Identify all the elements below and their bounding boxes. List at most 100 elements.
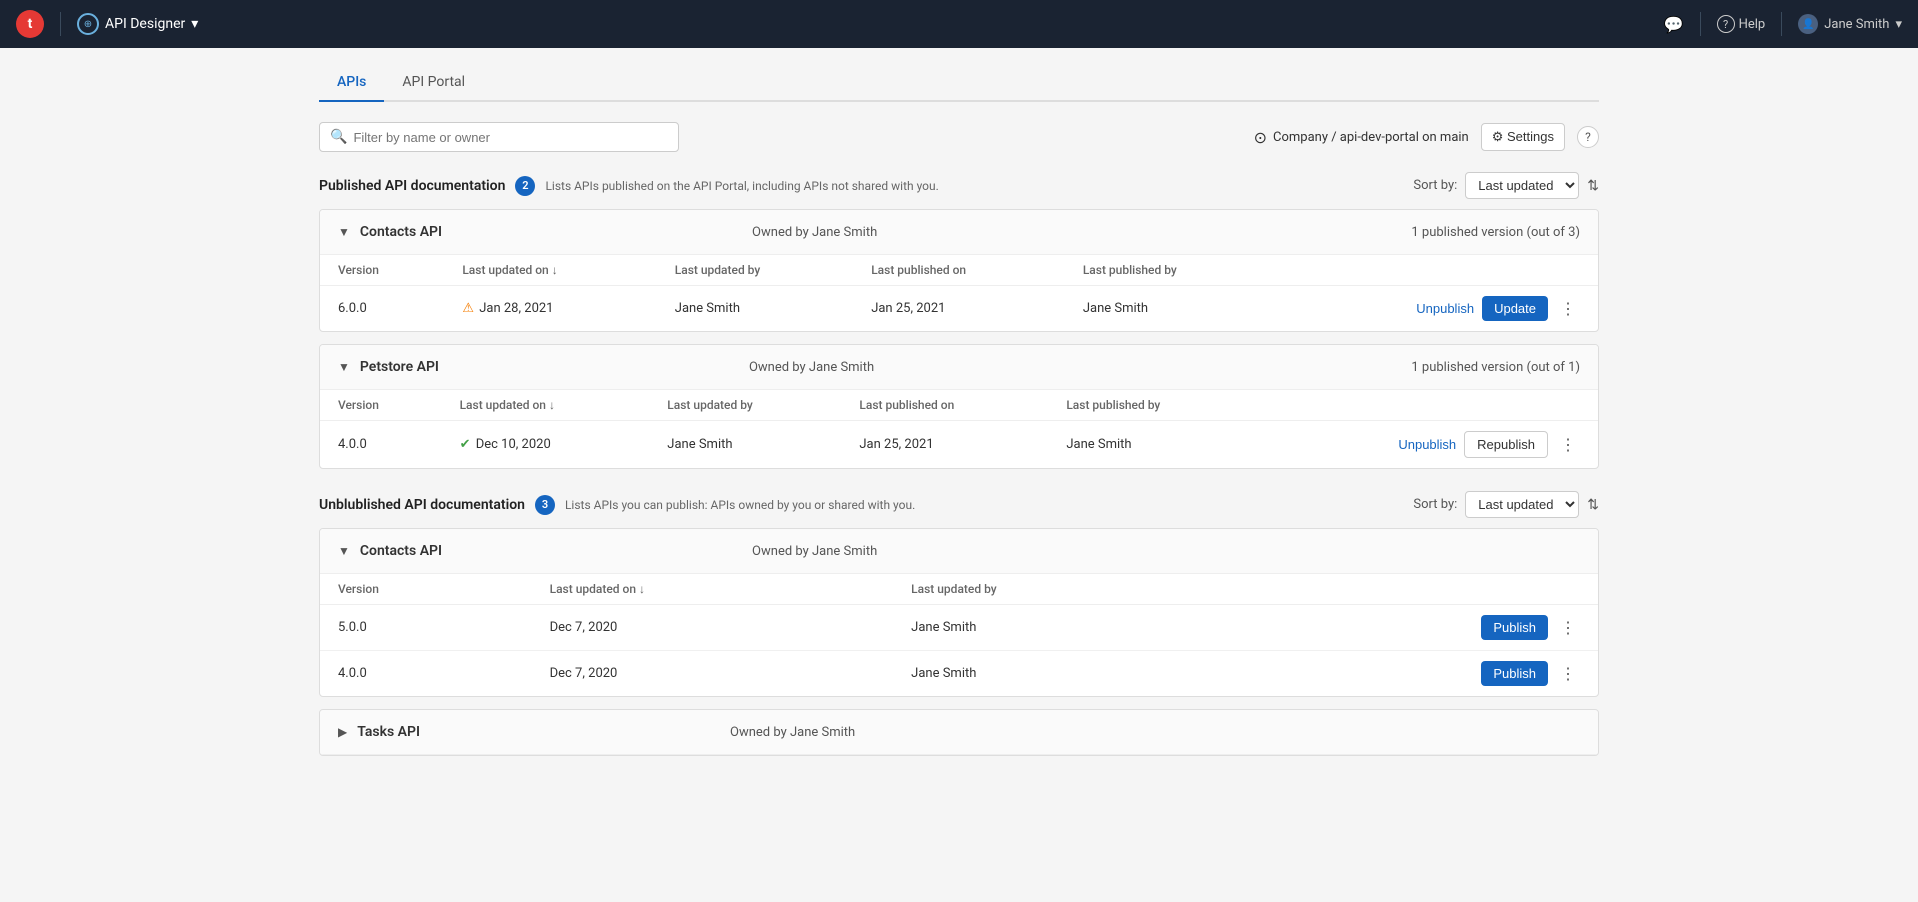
chat-icon[interactable]: 💬 [1664, 15, 1684, 34]
tasks-api-chevron-icon[interactable]: ▶ [338, 725, 347, 739]
republish-button[interactable]: Republish [1464, 431, 1548, 458]
unpublished-sort-controls: Sort by: Last updated Name Owner ⇅ [1413, 491, 1599, 518]
published-section: Published API documentation 2 Lists APIs… [319, 172, 1599, 469]
last-updated-on-cell: ⚠ Jan 28, 2021 [444, 286, 656, 332]
nav-divider-1 [60, 12, 61, 36]
unpublished-contacts-api-header: ▼ Contacts API Owned by Jane Smith [320, 529, 1598, 574]
publish-button-5-0-0[interactable]: Publish [1481, 615, 1548, 640]
actions-inner: Publish ⋮ [1245, 661, 1580, 686]
version-cell: 6.0.0 [320, 286, 444, 332]
more-options-button[interactable]: ⋮ [1556, 662, 1580, 686]
petstore-api-table: Version Last updated on ↓ Last updated b… [320, 390, 1598, 468]
actions-cell: Unpublish Update ⋮ [1275, 286, 1598, 332]
unpublished-section: Unblublished API documentation 3 Lists A… [319, 491, 1599, 756]
version-cell: 4.0.0 [320, 421, 442, 469]
unpublished-sort-select[interactable]: Last updated Name Owner [1465, 491, 1579, 518]
th-last-updated-on: Last updated on ↓ [442, 390, 650, 421]
petstore-api-chevron-icon[interactable]: ▼ [338, 360, 350, 374]
th-actions [1227, 574, 1598, 605]
contacts-api-chevron-icon[interactable]: ▼ [338, 225, 350, 239]
more-options-button[interactable]: ⋮ [1556, 433, 1580, 457]
last-updated-by-cell: Jane Smith [649, 421, 841, 469]
help-circle-icon: ? [1717, 15, 1735, 33]
tab-api-portal[interactable]: API Portal [384, 64, 483, 102]
update-button[interactable]: Update [1482, 296, 1548, 321]
publish-button-4-0-0[interactable]: Publish [1481, 661, 1548, 686]
help-link[interactable]: ? Help [1717, 15, 1766, 33]
unpublished-tasks-api-header: ▶ Tasks API Owned by Jane Smith [320, 710, 1598, 755]
brand-icon: ⊕ [77, 13, 99, 35]
repo-label: Company / api-dev-portal on main [1273, 130, 1469, 145]
contacts-api-count: 1 published version (out of 3) [1411, 225, 1580, 240]
unpublish-button[interactable]: Unpublish [1398, 437, 1456, 452]
search-input[interactable] [353, 130, 668, 145]
unpublished-contacts-api-card: ▼ Contacts API Owned by Jane Smith Versi… [319, 528, 1599, 697]
unpublished-sort-direction-icon[interactable]: ⇅ [1587, 497, 1599, 513]
published-section-header: Published API documentation 2 Lists APIs… [319, 172, 1599, 199]
unpublished-contacts-api-table: Version Last updated on ↓ Last updated b… [320, 574, 1598, 696]
repo-link[interactable]: ⊙ Company / api-dev-portal on main [1254, 128, 1469, 147]
table-row: 4.0.0 ✔ Dec 10, 2020 Jane Smith Jan 25, … [320, 421, 1598, 469]
unpublished-tasks-api-card: ▶ Tasks API Owned by Jane Smith [319, 709, 1599, 756]
th-last-published-on: Last published on [841, 390, 1048, 421]
actions-inner: Unpublish Republish ⋮ [1272, 431, 1580, 458]
unpublished-sort-label: Sort by: [1413, 497, 1457, 512]
success-icon: ✔ [460, 437, 471, 452]
main-content: APIs API Portal 🔍 ⊙ Company / api-dev-po… [299, 48, 1619, 794]
published-contacts-api-header: ▼ Contacts API Owned by Jane Smith 1 pub… [320, 210, 1598, 255]
th-last-updated-on: Last updated on ↓ [444, 255, 656, 286]
published-sort-direction-icon[interactable]: ⇅ [1587, 178, 1599, 194]
th-actions [1275, 255, 1598, 286]
topnav-right: 💬 ? Help 👤 Jane Smith ▾ [1664, 12, 1902, 36]
user-chevron: ▾ [1895, 17, 1902, 32]
settings-button[interactable]: ⚙ Settings [1481, 123, 1565, 151]
table-row: 6.0.0 ⚠ Jan 28, 2021 Jane Smith Jan 25, … [320, 286, 1598, 332]
tab-apis[interactable]: APIs [319, 64, 384, 102]
actions-inner: Publish ⋮ [1245, 615, 1580, 640]
th-last-updated-by: Last updated by [649, 390, 841, 421]
unpublished-badge: 3 [535, 495, 555, 515]
table-row: 4.0.0 Dec 7, 2020 Jane Smith Publish ⋮ [320, 651, 1598, 697]
contacts-api-title: Contacts API [360, 224, 442, 240]
nav-divider-2 [1700, 12, 1701, 36]
unpublished-contacts-api-owner: Owned by Jane Smith [752, 544, 877, 559]
last-published-on-cell: Jan 25, 2021 [841, 421, 1048, 469]
published-badge: 2 [515, 176, 535, 196]
last-published-by-cell: Jane Smith [1048, 421, 1253, 469]
th-last-updated-by: Last updated by [893, 574, 1227, 605]
actions-cell: Publish ⋮ [1227, 651, 1598, 697]
more-options-button[interactable]: ⋮ [1556, 616, 1580, 640]
unpublished-section-header: Unblublished API documentation 3 Lists A… [319, 491, 1599, 518]
user-menu[interactable]: 👤 Jane Smith ▾ [1798, 14, 1902, 34]
petstore-api-count: 1 published version (out of 1) [1411, 360, 1580, 375]
last-updated-on-value: Dec 10, 2020 [476, 437, 551, 452]
user-avatar: 👤 [1798, 14, 1818, 34]
tabs: APIs API Portal [319, 64, 1599, 102]
more-options-button[interactable]: ⋮ [1556, 297, 1580, 321]
last-published-by-cell: Jane Smith [1065, 286, 1275, 332]
th-last-updated-by: Last updated by [657, 255, 853, 286]
petstore-api-title: Petstore API [360, 359, 439, 375]
search-icon: 🔍 [330, 129, 347, 145]
contacts-api-owner: Owned by Jane Smith [752, 225, 877, 240]
repo-icon: ⊙ [1254, 128, 1267, 147]
th-version: Version [320, 574, 532, 605]
th-version: Version [320, 255, 444, 286]
unpublished-contacts-api-chevron-icon[interactable]: ▼ [338, 544, 350, 558]
brand-name[interactable]: ⊕ API Designer ▾ [77, 13, 198, 35]
version-cell: 4.0.0 [320, 651, 532, 697]
last-updated-on-value: Jan 28, 2021 [479, 301, 553, 316]
unpublish-button[interactable]: Unpublish [1416, 301, 1474, 316]
th-version: Version [320, 390, 442, 421]
contacts-api-table: Version Last updated on ↓ Last updated b… [320, 255, 1598, 331]
help-info-icon[interactable]: ? [1577, 126, 1599, 148]
unpublished-desc: Lists APIs you can publish: APIs owned b… [565, 498, 915, 512]
app-logo[interactable]: t [16, 10, 44, 38]
th-last-published-on: Last published on [853, 255, 1065, 286]
published-sort-select[interactable]: Last updated Name Owner [1465, 172, 1579, 199]
th-last-published-by: Last published by [1065, 255, 1275, 286]
nav-divider-3 [1781, 12, 1782, 36]
warning-icon: ⚠ [462, 301, 474, 316]
unpublished-contacts-api-title: Contacts API [360, 543, 442, 559]
published-petstore-api-card: ▼ Petstore API Owned by Jane Smith 1 pub… [319, 344, 1599, 469]
